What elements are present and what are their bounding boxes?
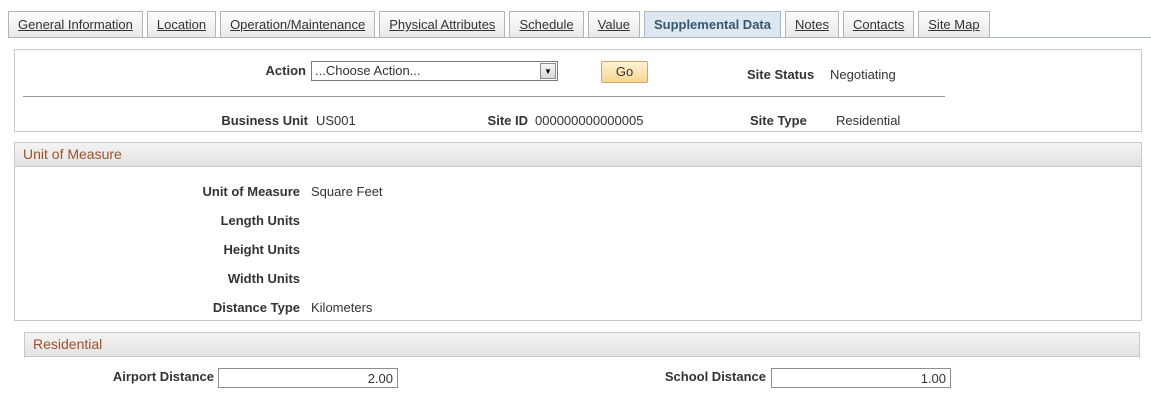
go-button[interactable]: Go xyxy=(601,61,648,83)
residential-title: Residential xyxy=(25,333,1139,357)
unit-of-measure-value: Square Feet xyxy=(311,184,383,199)
action-select[interactable]: ...Choose Action... ▼ xyxy=(311,61,558,81)
site-status-value: Negotiating xyxy=(830,67,896,82)
tab-operation-maintenance[interactable]: Operation/Maintenance xyxy=(220,11,376,37)
site-id-label: Site ID xyxy=(487,113,528,128)
tab-supplemental-data[interactable]: Supplemental Data xyxy=(643,11,781,38)
school-distance-label: School Distance xyxy=(664,369,766,384)
tab-notes[interactable]: Notes xyxy=(784,11,839,37)
site-status-label: Site Status xyxy=(747,67,815,82)
length-units-label: Length Units xyxy=(220,213,300,228)
width-units-label: Width Units xyxy=(227,271,300,286)
distance-type-value: Kilometers xyxy=(311,300,373,315)
tab-physical-attributes[interactable]: Physical Attributes xyxy=(379,11,506,37)
residential-section: Residential xyxy=(24,332,1140,358)
unit-of-measure-label: Unit of Measure xyxy=(202,184,300,199)
height-units-label: Height Units xyxy=(223,242,300,257)
tab-general-information[interactable]: General Information xyxy=(8,11,143,37)
tab-value[interactable]: Value xyxy=(587,11,640,37)
tab-schedule[interactable]: Schedule xyxy=(509,11,584,37)
business-unit-value: US001 xyxy=(316,113,356,128)
airport-distance-input[interactable] xyxy=(218,368,398,388)
site-type-value: Residential xyxy=(836,113,901,128)
unit-of-measure-title: Unit of Measure xyxy=(15,143,1141,167)
distance-type-label: Distance Type xyxy=(212,300,300,315)
header-divider xyxy=(23,96,945,97)
site-id-value: 000000000000005 xyxy=(535,113,644,128)
tab-contacts[interactable]: Contacts xyxy=(842,11,915,37)
dropdown-arrow-icon[interactable]: ▼ xyxy=(540,63,556,79)
business-unit-label: Business Unit xyxy=(221,113,308,128)
action-select-value: ...Choose Action... xyxy=(315,63,421,78)
school-distance-input[interactable] xyxy=(771,368,951,388)
tab-location[interactable]: Location xyxy=(146,11,217,37)
tab-underline xyxy=(8,37,1151,38)
site-type-label: Site Type xyxy=(750,113,807,128)
airport-distance-label: Airport Distance xyxy=(112,369,214,384)
tab-site-map[interactable]: Site Map xyxy=(918,11,990,37)
action-label: Action xyxy=(265,63,306,78)
tab-bar: General Information Location Operation/M… xyxy=(8,11,994,38)
unit-of-measure-section: Unit of Measure xyxy=(14,142,1142,321)
